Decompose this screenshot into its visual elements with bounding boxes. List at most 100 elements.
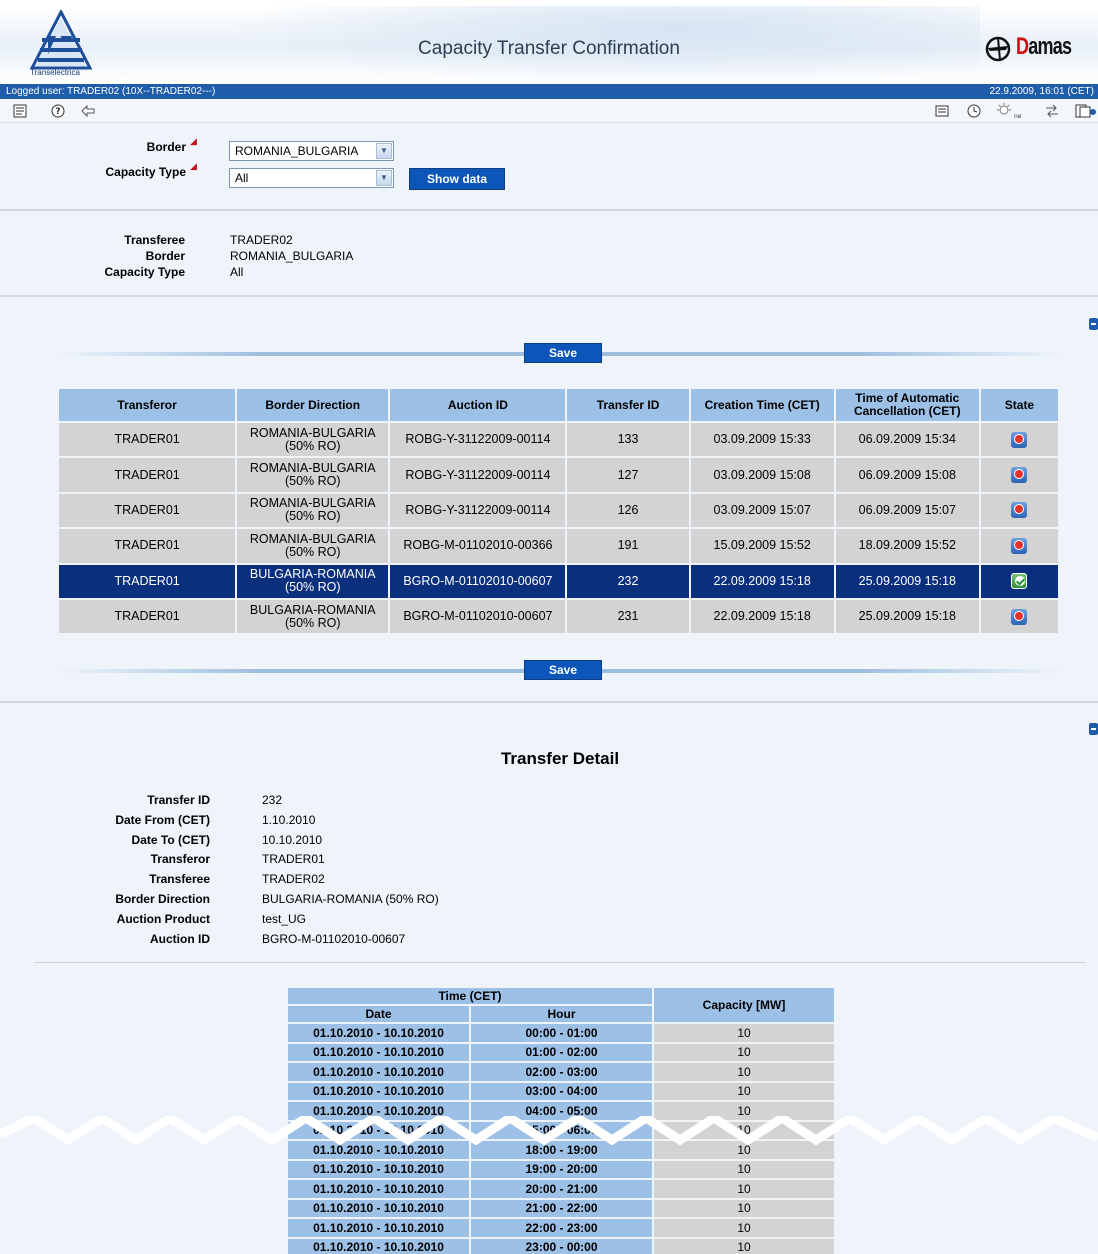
reject-x-icon[interactable] bbox=[1011, 608, 1028, 625]
table-row[interactable]: TRADER01 BULGARIA-ROMANIA (50% RO) BGRO-M-0… bbox=[59, 598, 1061, 636]
detail-label: Date To (CET) bbox=[131, 832, 210, 847]
direction-cell: ROMANIA-BULGARIA (50% RO) bbox=[236, 528, 391, 565]
table-row: 01.10.2010 - 10.10.2010 23:00 - 00:00 10 bbox=[286, 1236, 836, 1254]
transfer-arrows-icon[interactable] bbox=[1044, 103, 1060, 119]
table-row: 01.10.2010 - 10.10.2010 20:00 - 21:00 10 bbox=[286, 1178, 836, 1200]
transfer-id-cell: 126 bbox=[566, 492, 691, 530]
cancellation-time-cell: 18.09.2009 15:52 bbox=[834, 528, 981, 565]
transferor-cell: TRADER01 bbox=[59, 563, 238, 600]
border-select[interactable]: ROMANIA_BULGARIA ▼ bbox=[229, 141, 394, 161]
clock-icon[interactable] bbox=[966, 103, 982, 119]
auction-id-cell: ROBG-Y-31122009-00114 bbox=[389, 492, 568, 530]
transfers-table: Transferor Border Direction Auction ID T… bbox=[59, 389, 1061, 636]
summary-transferee-label: Transferee bbox=[124, 233, 185, 247]
separator bbox=[0, 209, 1098, 211]
date-cell: 01.10.2010 - 10.10.2010 bbox=[286, 1061, 471, 1083]
direction-cell: BULGARIA-ROMANIA (50% RO) bbox=[236, 563, 391, 600]
summary-capacity-type-value: All bbox=[230, 265, 244, 279]
col-transferor[interactable]: Transferor bbox=[59, 389, 238, 423]
reject-x-icon[interactable] bbox=[1011, 431, 1028, 448]
hour-cell: 21:00 - 22:00 bbox=[469, 1197, 654, 1219]
hour-cell: 19:00 - 20:00 bbox=[469, 1158, 654, 1180]
reject-x-icon[interactable] bbox=[1011, 537, 1028, 554]
table-row[interactable]: TRADER01 ROMANIA-BULGARIA (50% RO) ROBG-Y-3… bbox=[59, 457, 1061, 494]
transferor-cell: TRADER01 bbox=[59, 492, 238, 530]
capacity-cell: 10 bbox=[652, 1080, 836, 1102]
chevron-down-icon[interactable]: ▼ bbox=[376, 143, 392, 159]
direction-share: (50% RO) bbox=[284, 438, 341, 453]
summary-border-label: Border bbox=[145, 249, 185, 263]
table-row[interactable]: TRADER01 BULGARIA-ROMANIA (50% RO) BGRO-M-0… bbox=[59, 563, 1061, 600]
direction-share: (50% RO) bbox=[284, 474, 341, 489]
direction-cell: BULGARIA-ROMANIA (50% RO) bbox=[236, 598, 391, 636]
chevron-down-icon[interactable]: ▼ bbox=[376, 170, 392, 186]
logged-user-label: Logged user: TRADER02 (10X--TRADER02---) bbox=[6, 86, 216, 97]
direction-share: (50% RO) bbox=[284, 580, 341, 595]
collapse-section-button[interactable] bbox=[1089, 723, 1098, 735]
transferor-cell: TRADER01 bbox=[59, 457, 238, 494]
table-row: 01.10.2010 - 10.10.2010 21:00 - 22:00 10 bbox=[286, 1197, 836, 1219]
list-icon[interactable] bbox=[934, 103, 950, 119]
capacity-cell: 10 bbox=[652, 1178, 836, 1200]
creation-time-cell: 15.09.2009 15:52 bbox=[689, 528, 836, 565]
creation-time-cell: 03.09.2009 15:08 bbox=[689, 457, 836, 494]
accept-check-icon[interactable] bbox=[1011, 573, 1028, 590]
col-creation-time[interactable]: Creation Time (CET) bbox=[689, 389, 836, 423]
transfer-id-cell: 127 bbox=[566, 457, 691, 494]
hour-cell: 20:00 - 21:00 bbox=[469, 1178, 654, 1200]
back-arrow-icon[interactable] bbox=[80, 103, 96, 119]
border-label: Border bbox=[146, 140, 186, 154]
reject-x-icon[interactable] bbox=[1011, 467, 1028, 484]
separator bbox=[0, 295, 1098, 297]
toolbar: ? new bbox=[0, 99, 1098, 123]
table-row[interactable]: TRADER01 ROMANIA-BULGARIA (50% RO) ROBG-Y-3… bbox=[59, 422, 1061, 459]
document-icon[interactable] bbox=[12, 103, 28, 119]
capacity-type-select[interactable]: All ▼ bbox=[229, 168, 394, 188]
direction-text: ROMANIA-BULGARIA bbox=[249, 531, 376, 546]
separator bbox=[34, 962, 1086, 963]
col-border-direction[interactable]: Border Direction bbox=[236, 389, 391, 423]
detail-value: BULGARIA-ROMANIA (50% RO) bbox=[262, 892, 439, 906]
table-row[interactable]: TRADER01 ROMANIA-BULGARIA (50% RO) ROBG-M-0… bbox=[59, 528, 1061, 565]
col-auto-cancellation[interactable]: Time of Automatic Cancellation (CET) bbox=[834, 389, 981, 423]
separator bbox=[0, 701, 1098, 703]
state-cell bbox=[979, 563, 1061, 600]
date-cell: 01.10.2010 - 10.10.2010 bbox=[286, 1197, 471, 1219]
collapse-section-button[interactable] bbox=[1089, 318, 1098, 330]
date-cell: 01.10.2010 - 10.10.2010 bbox=[286, 1217, 471, 1239]
help-icon[interactable]: ? bbox=[50, 103, 66, 119]
direction-text: ROMANIA-BULGARIA bbox=[249, 425, 376, 440]
save-button-bottom[interactable]: Save bbox=[524, 660, 602, 680]
page-title: Capacity Transfer Confirmation bbox=[418, 38, 680, 59]
col-auction-id[interactable]: Auction ID bbox=[389, 389, 568, 423]
hour-cell: 01:00 - 02:00 bbox=[469, 1041, 654, 1063]
state-cell bbox=[979, 528, 1061, 565]
transfer-id-cell: 191 bbox=[566, 528, 691, 565]
date-cell: 01.10.2010 - 10.10.2010 bbox=[286, 1022, 471, 1044]
col-transfer-id[interactable]: Transfer ID bbox=[566, 389, 691, 423]
reject-x-icon[interactable] bbox=[1011, 502, 1028, 519]
user-status-bar: Logged user: TRADER02 (10X--TRADER02---)… bbox=[0, 84, 1098, 99]
capacity-cell: 10 bbox=[652, 1061, 836, 1083]
date-header: Date bbox=[286, 1004, 471, 1024]
cancellation-time-cell: 25.09.2009 15:18 bbox=[834, 563, 981, 600]
creation-time-cell: 22.09.2009 15:18 bbox=[689, 563, 836, 600]
detail-label: Transfer ID bbox=[147, 793, 210, 807]
required-marker: ◢ bbox=[190, 162, 197, 172]
table-row[interactable]: TRADER01 ROMANIA-BULGARIA (50% RO) ROBG-Y-3… bbox=[59, 492, 1061, 530]
col-state[interactable]: State bbox=[979, 389, 1061, 423]
detail-value: 1.10.2010 bbox=[262, 812, 316, 827]
state-cell bbox=[979, 422, 1061, 459]
capacity-cell: 10 bbox=[652, 1022, 836, 1044]
date-cell: 01.10.2010 - 10.10.2010 bbox=[286, 1236, 471, 1254]
new-sun-icon[interactable]: new bbox=[996, 103, 1022, 119]
report-icon[interactable] bbox=[1074, 103, 1096, 119]
save-button-top[interactable]: Save bbox=[524, 343, 602, 363]
capacity-type-label: Capacity Type bbox=[105, 165, 186, 179]
creation-time-cell: 03.09.2009 15:33 bbox=[689, 422, 836, 459]
direction-cell: ROMANIA-BULGARIA (50% RO) bbox=[236, 492, 391, 530]
cancellation-time-cell: 06.09.2009 15:08 bbox=[834, 457, 981, 494]
transfer-id-cell: 133 bbox=[566, 422, 691, 459]
detail-value: 10.10.2010 bbox=[262, 832, 323, 847]
show-data-button[interactable]: Show data bbox=[409, 168, 505, 190]
